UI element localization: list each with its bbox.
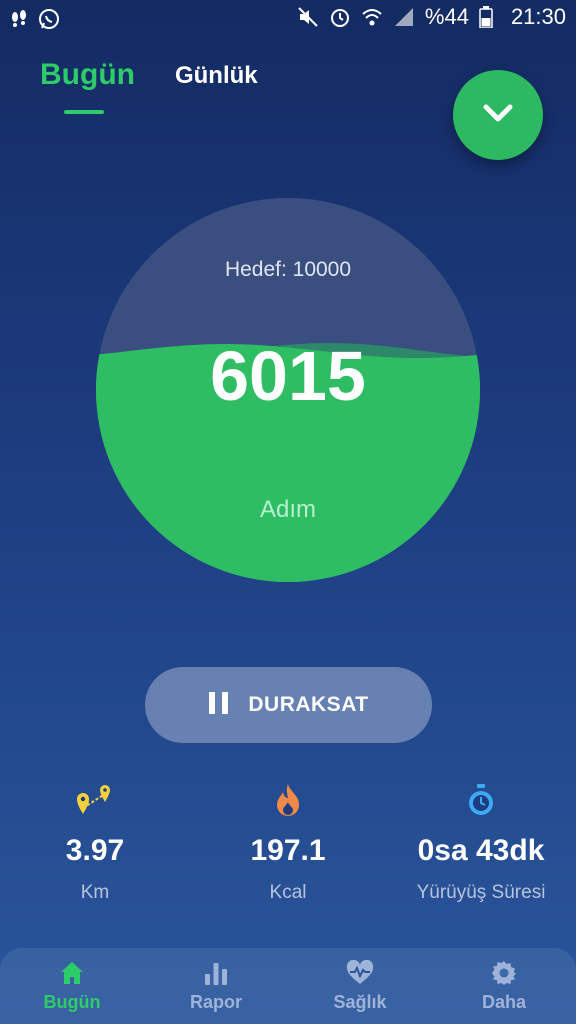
step-unit: Adım	[259, 496, 316, 523]
pause-button[interactable]: DURAKSAT	[145, 667, 432, 743]
signal-icon	[393, 6, 415, 28]
calories-label: Kcal	[269, 882, 307, 903]
battery-percent: %44	[424, 4, 469, 29]
alarm-icon	[329, 6, 351, 28]
nav-label-today: Bugün	[43, 992, 101, 1012]
whatsapp-icon	[38, 8, 60, 30]
walk-time-label: Yürüyüş Süresi	[416, 882, 546, 903]
bar-chart-icon	[144, 960, 288, 986]
mute-icon	[297, 6, 319, 28]
stopwatch-icon	[386, 780, 576, 820]
period-tabs: Bugün Günlük	[40, 58, 258, 96]
nav-item-health[interactable]: Sağlık	[288, 948, 432, 1024]
bottom-navigation: Bugün Rapor Sağlık Daha	[0, 948, 576, 1024]
pause-button-label: DURAKSAT	[248, 693, 369, 716]
tab-daily[interactable]: Günlük	[175, 62, 258, 90]
tab-today[interactable]: Bugün	[40, 58, 135, 92]
stat-calories: 197.1 Kcal	[193, 780, 383, 904]
nav-label-health: Sağlık	[333, 992, 387, 1012]
gear-icon	[432, 960, 576, 986]
clock: 21:30	[510, 4, 566, 29]
steps-notification-icon	[8, 8, 30, 30]
nav-item-more[interactable]: Daha	[432, 948, 576, 1024]
stat-walk-time: 0sa 43dk Yürüyüş Süresi	[386, 780, 576, 904]
nav-item-report[interactable]: Rapor	[144, 948, 288, 1024]
goal-text: Hedef: 10000	[224, 258, 352, 281]
nav-label-report: Rapor	[189, 992, 242, 1012]
step-count: 6015	[210, 337, 366, 415]
wifi-icon	[361, 6, 383, 28]
heart-pulse-icon	[288, 960, 432, 986]
route-icon	[0, 780, 190, 820]
distance-label: Km	[80, 882, 110, 903]
flame-icon	[193, 780, 383, 820]
pause-icon	[208, 691, 230, 720]
walk-time-value: 0sa 43dk	[417, 834, 545, 867]
active-tab-indicator	[64, 110, 104, 114]
distance-value: 3.97	[65, 834, 125, 867]
battery-icon	[479, 6, 501, 29]
expand-button[interactable]	[453, 70, 543, 160]
nav-item-today[interactable]: Bugün	[0, 948, 144, 1024]
calories-value: 197.1	[250, 834, 326, 867]
status-bar: %44 21:30	[0, 0, 576, 38]
chevron-down-icon	[478, 93, 518, 138]
stat-distance: 3.97 Km	[0, 780, 190, 904]
nav-label-more: Daha	[481, 992, 526, 1012]
home-icon	[0, 960, 144, 986]
